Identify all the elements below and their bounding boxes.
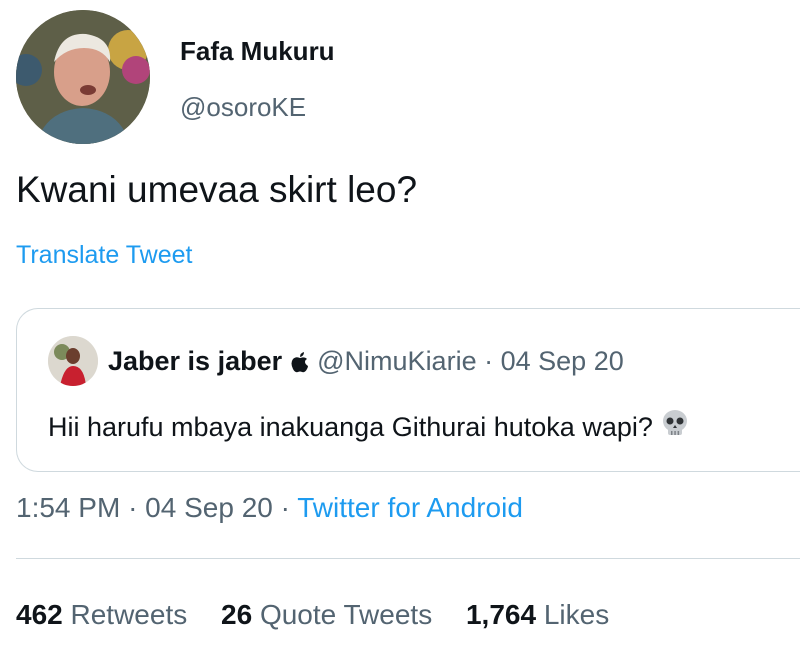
quoted-author-handle[interactable]: @NimuKiarie: [317, 346, 476, 376]
tweet-date[interactable]: 04 Sep 20: [145, 492, 273, 523]
quoted-tweet-text: Hii harufu mbaya inakuanga Githurai huto…: [48, 412, 653, 442]
author-handle[interactable]: @osoroKE: [180, 92, 335, 122]
translate-tweet-link[interactable]: Translate Tweet: [16, 240, 192, 270]
likes-count: 1,764: [465, 599, 537, 630]
apple-icon: [290, 348, 310, 380]
quote-tweets-label: Quote Tweets: [259, 599, 433, 630]
quoted-date[interactable]: 04 Sep 20: [501, 346, 624, 376]
quote-tweets-stat[interactable]: 26 Quote Tweets: [221, 599, 440, 630]
tweet-metadata: 1:54 PM · 04 Sep 20 · Twitter for Androi…: [16, 491, 523, 525]
quoted-tweet-card[interactable]: Jaber is jaber @NimuKiarie · 04 Sep 20 H…: [16, 308, 800, 472]
author-avatar-image: [16, 10, 150, 144]
quoted-author-avatar[interactable]: [48, 336, 98, 386]
tweet-stats: 462 Retweets 26 Quote Tweets 1,764 Likes: [16, 598, 635, 632]
likes-stat[interactable]: 1,764 Likes: [466, 599, 609, 630]
quote-tweets-count: 26: [221, 599, 253, 630]
author-name[interactable]: Fafa Mukuru: [180, 36, 335, 66]
quoted-author-name[interactable]: Jaber is jaber: [108, 346, 282, 376]
tweet-text: Kwani umevaa skirt leo?: [16, 169, 418, 210]
quoted-tweet-header: Jaber is jaber @NimuKiarie · 04 Sep 20: [108, 345, 624, 380]
meta-separator: ·: [128, 492, 138, 523]
tweet-time[interactable]: 1:54 PM: [16, 492, 120, 523]
retweets-count: 462: [16, 599, 63, 630]
author-info: Fafa Mukuru @osoroKE: [180, 36, 335, 122]
quoted-tweet-text-row: Hii harufu mbaya inakuanga Githurai huto…: [48, 409, 690, 447]
quoted-separator: ·: [484, 346, 494, 376]
retweets-stat[interactable]: 462 Retweets: [16, 599, 195, 630]
skull-icon: [660, 409, 690, 447]
retweets-label: Retweets: [70, 599, 188, 630]
tweet-source-link[interactable]: Twitter for Android: [297, 492, 523, 523]
meta-separator-2: ·: [280, 492, 290, 523]
divider: [16, 558, 800, 559]
likes-label: Likes: [543, 599, 610, 630]
quoted-author-avatar-image: [48, 336, 98, 386]
author-avatar[interactable]: [16, 10, 150, 144]
